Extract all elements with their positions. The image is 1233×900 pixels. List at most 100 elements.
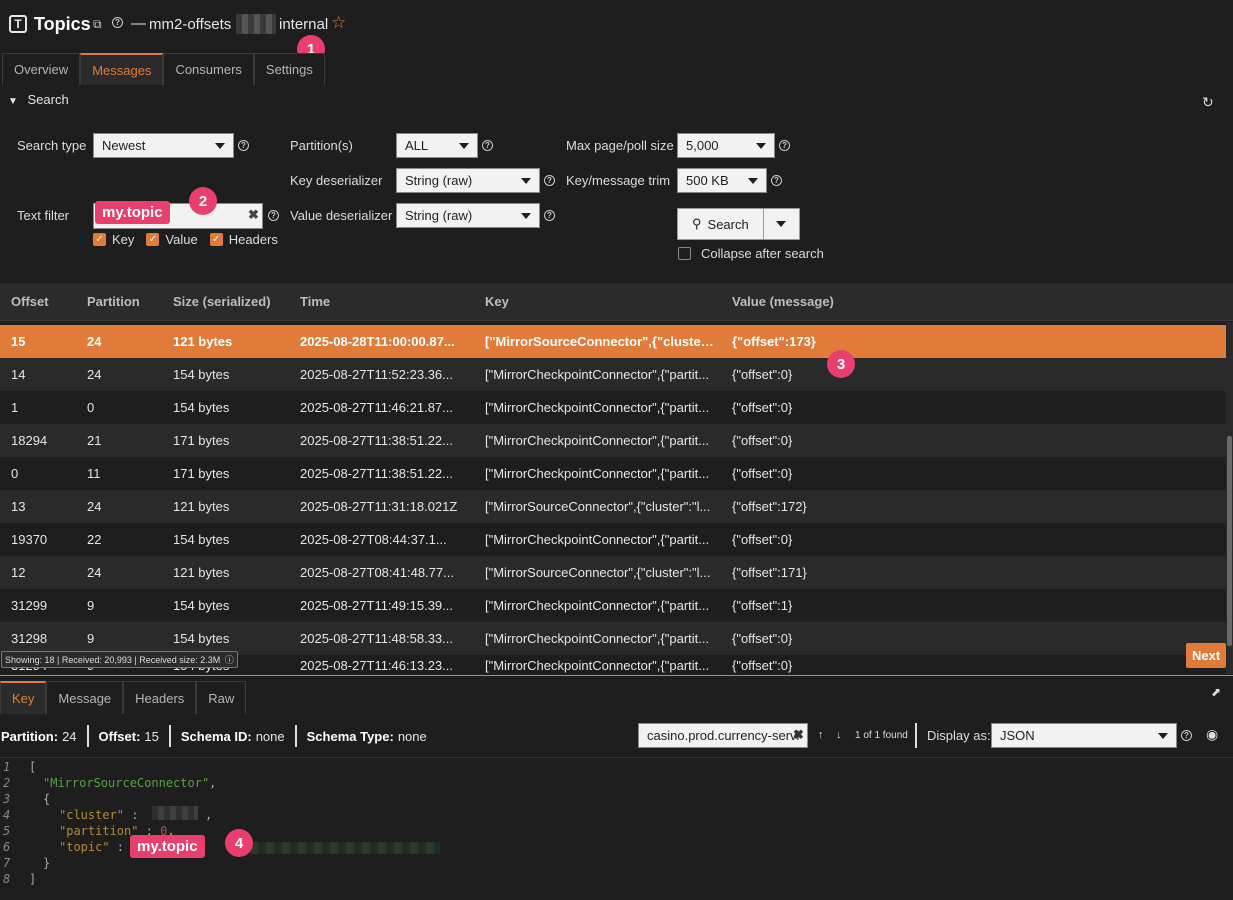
max-page-label: Max page/poll size xyxy=(566,138,674,153)
table-header: Offset Partition Size (serialized) Time … xyxy=(0,283,1233,321)
collapse-label: Collapse after search xyxy=(701,246,824,261)
eye-icon[interactable]: ◉ xyxy=(1206,726,1218,743)
table-scrollbar-thumb[interactable] xyxy=(1227,436,1232,646)
search-options-dropdown[interactable] xyxy=(764,209,799,239)
help-icon[interactable]: ? xyxy=(771,175,782,186)
table-row[interactable]: 13 24 121 bytes 2025-08-27T11:31:18.021Z ["M… xyxy=(0,490,1233,523)
trim-value: 500 KB xyxy=(686,173,729,188)
cell-time: 2025-08-28T11:00:00.87... xyxy=(300,334,455,349)
table-row[interactable]: 14 24 154 bytes 2025-08-27T11:52:23.36... ["… xyxy=(0,358,1233,391)
find-count: 1 of 1 found xyxy=(855,730,908,741)
help-icon[interactable]: ? xyxy=(482,140,493,151)
cell-time: 2025-08-27T11:52:23.36... xyxy=(300,367,453,382)
cell-time: 2025-08-27T11:48:58.33... xyxy=(300,631,453,646)
key-checkbox-label: Key xyxy=(112,232,135,247)
help-icon[interactable]: ? xyxy=(238,140,249,151)
redacted-block xyxy=(250,842,440,854)
value-deserializer-select[interactable]: String (raw) xyxy=(396,203,540,228)
tab-headers[interactable]: Headers xyxy=(123,681,197,714)
collapse-checkbox[interactable] xyxy=(678,247,691,260)
chevron-down-icon xyxy=(748,177,758,184)
cell-value: {"offset":173} xyxy=(732,334,816,349)
cell-partition: 9 xyxy=(87,598,95,613)
search-button[interactable]: ⚲ Search xyxy=(678,209,764,239)
column-header-size[interactable]: Size (serialized) xyxy=(173,294,300,309)
search-section-toggle[interactable]: ▼ Search xyxy=(8,92,69,107)
table-row[interactable]: 12 24 121 bytes 2025-08-27T08:41:48.77... ["… xyxy=(0,556,1233,589)
code-viewer[interactable]: 1 2 3 4 5 6 7 8 [ "MirrorSourceConnector… xyxy=(0,757,1233,900)
cell-key: ["MirrorCheckpointConnector",{"partit... xyxy=(485,631,710,646)
tab-key[interactable]: Key xyxy=(0,681,47,714)
help-icon[interactable]: ? xyxy=(112,17,123,28)
tab-settings[interactable]: Settings xyxy=(253,53,325,85)
find-input[interactable]: casino.prod.currency-servi xyxy=(638,723,808,748)
trim-select[interactable]: 500 KB xyxy=(677,168,767,193)
copy-icon[interactable]: ⧉ xyxy=(93,17,102,32)
key-deserializer-select[interactable]: String (raw) xyxy=(396,168,540,193)
next-page-button[interactable]: Next xyxy=(1186,643,1227,668)
headers-checkbox-label: Headers xyxy=(228,232,278,247)
collapse-after-search[interactable]: Collapse after search xyxy=(678,246,824,261)
cell-key: ["MirrorCheckpointConnector",{"partit... xyxy=(485,400,710,415)
favorite-star-icon[interactable]: ☆ xyxy=(331,13,346,33)
schema-type-value: none xyxy=(397,728,427,744)
value-checkbox[interactable]: ✓ xyxy=(146,233,160,246)
max-page-select[interactable]: 5,000 xyxy=(677,133,775,158)
topic-tabs: Overview Messages Consumers Settings xyxy=(2,53,325,85)
table-row[interactable]: 15 24 121 bytes 2025-08-28T11:00:00.87... ["… xyxy=(0,325,1233,358)
display-as-select[interactable]: JSON xyxy=(991,723,1177,748)
help-icon[interactable]: ? xyxy=(1181,730,1192,741)
column-header-key[interactable]: Key xyxy=(485,294,732,309)
column-header-offset[interactable]: Offset xyxy=(0,294,87,309)
cell-time: 2025-08-27T08:44:37.1... xyxy=(300,532,447,547)
expand-icon[interactable]: ⬈ xyxy=(1211,685,1221,699)
table-row[interactable]: 1 0 154 bytes 2025-08-27T11:46:21.87... ["Mi… xyxy=(0,391,1233,424)
column-header-value[interactable]: Value (message) xyxy=(732,294,1132,309)
cell-partition: 24 xyxy=(87,499,102,514)
line-number: 7 xyxy=(3,856,11,870)
line-number: 1 xyxy=(3,760,11,774)
partitions-select[interactable]: ALL xyxy=(396,133,478,158)
help-icon[interactable]: ? xyxy=(544,175,555,186)
cell-partition: 24 xyxy=(87,565,102,580)
table-row[interactable]: 0 11 171 bytes 2025-08-27T11:38:51.22... ["M… xyxy=(0,457,1233,490)
tab-consumers[interactable]: Consumers xyxy=(163,53,254,85)
cell-offset: 15 xyxy=(11,334,26,349)
tab-messages[interactable]: Messages xyxy=(80,53,164,85)
chevron-down-icon xyxy=(521,177,531,184)
help-icon[interactable]: ? xyxy=(779,140,790,151)
page-title: Topics xyxy=(34,14,91,34)
tab-overview[interactable]: Overview xyxy=(2,53,81,85)
arrow-down-icon[interactable]: ↓ xyxy=(836,729,842,741)
help-icon[interactable]: ? xyxy=(544,210,555,221)
table-row[interactable]: 18294 21 171 bytes 2025-08-27T11:38:51.22..… xyxy=(0,424,1233,457)
info-icon[interactable]: ⓘ xyxy=(225,655,234,665)
arrow-up-icon[interactable]: ↑ xyxy=(818,729,824,741)
code-line: , xyxy=(205,808,213,822)
tab-message[interactable]: Message xyxy=(46,681,124,714)
table-row[interactable]: 19370 22 154 bytes 2025-08-27T08:44:37.1...… xyxy=(0,523,1233,556)
cell-size: 121 bytes xyxy=(173,334,233,349)
column-header-time[interactable]: Time xyxy=(300,294,485,309)
tab-raw[interactable]: Raw xyxy=(196,681,247,714)
status-bar: Showing: 18 | Received: 20,993 | Receive… xyxy=(1,651,238,668)
column-header-partition[interactable]: Partition xyxy=(87,294,173,309)
annotation-callout-code: my.topic xyxy=(130,835,205,858)
clear-icon[interactable]: ✖ xyxy=(248,207,259,223)
refresh-icon[interactable]: ↻ xyxy=(1202,94,1214,111)
code-line: "topic" : xyxy=(59,840,125,854)
key-checkbox[interactable]: ✓ xyxy=(93,233,106,246)
schema-id-value: none xyxy=(255,728,285,744)
help-icon[interactable]: ? xyxy=(268,210,279,221)
value-checkbox-label: Value xyxy=(165,232,198,247)
headers-checkbox[interactable]: ✓ xyxy=(209,233,223,246)
clear-icon[interactable]: ✖ xyxy=(793,727,804,743)
value-deserializer-value: String (raw) xyxy=(405,208,473,223)
cell-partition: 24 xyxy=(87,367,102,382)
search-type-select[interactable]: Newest xyxy=(93,133,234,158)
schema-id-label: Schema ID: xyxy=(180,728,252,744)
cell-size: 171 bytes xyxy=(173,466,230,481)
cell-time: 2025-08-27T11:38:51.22... xyxy=(300,433,453,448)
cell-value: {"offset":1} xyxy=(732,598,793,613)
table-row[interactable]: 31299 9 154 bytes 2025-08-27T11:49:15.39...… xyxy=(0,589,1233,622)
